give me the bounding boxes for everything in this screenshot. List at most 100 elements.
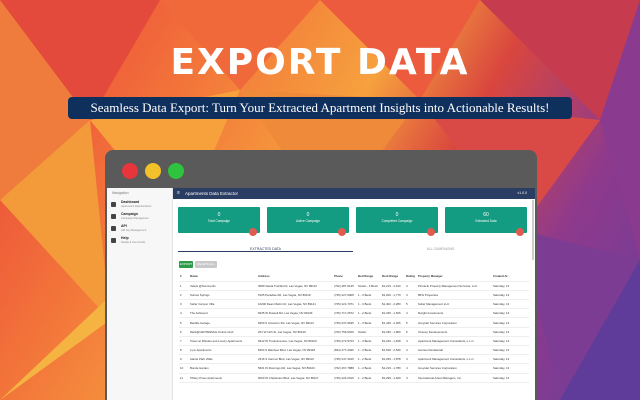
table-row[interactable]: 2 Sunset Springs 6105 Paradise Rd, Las Veg… (179, 290, 529, 301)
table-cell: 1 - 3 Beds (357, 345, 381, 356)
column-header[interactable]: Created At (492, 272, 529, 282)
maximize-window-button[interactable] (168, 163, 184, 179)
table-cell: 2316 S Cancun Blvd, Las Vegas, NV 89119 (257, 354, 333, 365)
table-cell: 11 (179, 373, 189, 383)
table-row[interactable]: 8 Lynx Apartments 8264 S Rainbow Blvd, Las… (179, 345, 529, 356)
table-cell: $1,325 - 1,815 (381, 308, 405, 319)
stat-label: Completed Campaign (381, 219, 413, 223)
table-cell: 5601 W Flamingo Rd, Las Vegas, NV 89103 (257, 363, 333, 374)
table-cell: $1,402 - 2,280 (381, 299, 405, 310)
table-row[interactable]: 6 Mark@CENTENNIAL Pointe Club 201 W 11th S… (179, 327, 529, 337)
table-cell: Veleta @Summerlin (189, 281, 257, 291)
table-cell: 10200 Dean Martin Dr, Las Vegas, NV 8914… (257, 299, 333, 310)
table-cell: Saturday, 13 (492, 281, 529, 291)
play-icon (338, 228, 346, 236)
table-cell: The Ashwood (189, 308, 257, 319)
dashboard-icon (111, 202, 116, 207)
table-cell: $1,249 - 1,818 (381, 336, 405, 347)
stats-cards: 0 Total Campaign 0 Active Campaign 0 Com… (178, 207, 528, 236)
scrollbar[interactable] (532, 200, 534, 260)
stat-label: Total Campaign (207, 219, 231, 223)
table-row[interactable]: 11 Tiffany Pines Apartments 9000 W Charles… (179, 373, 529, 383)
table-cell: 1 - 2 Beds (357, 373, 381, 383)
table-cell: (725) 237-9635 (333, 317, 357, 328)
table-cell: 4 (405, 363, 417, 374)
table-cell: 6912 W Tropicana Ave, Las Vegas, NV 8910… (257, 336, 333, 347)
table-cell: Pinnacle Property Management Services, L… (417, 281, 492, 291)
table-cell: 201 W 11th St, Las Vegas, NV 89129 (257, 327, 333, 337)
table-cell: (725) 224-6016 (333, 373, 357, 383)
export-button[interactable]: EXPORT (179, 261, 193, 268)
table-cell: 4 (405, 308, 417, 319)
table-cell: 5 (405, 299, 417, 310)
table-cell: Saturday, 13 (492, 354, 529, 365)
menu-icon[interactable]: ≡ (177, 188, 180, 199)
table-cell: Keller Management LLC (417, 299, 492, 310)
table-cell: $1,269 - 1,878 (381, 354, 405, 365)
table-cell: 4 (405, 373, 417, 383)
sidebar-item-label: Help (121, 236, 129, 240)
column-header[interactable]: Phone (333, 272, 357, 282)
table-cell: 8235 W Russell Rd, Las Vegas, NV 89139 (257, 308, 333, 319)
table-cell: $1,200 - 1,779 (381, 290, 405, 301)
table-cell: Saturday, 13 (492, 373, 529, 383)
table-cell: Tiffany Pines Apartments (189, 373, 257, 383)
close-window-button[interactable] (122, 163, 138, 179)
stat-label: Active Campaign (295, 219, 321, 223)
table-row[interactable]: 9 Alante Park Villas 2316 S Cancun Blvd, L… (179, 354, 529, 365)
table-cell: (844) 477-2946 (333, 345, 357, 356)
column-header[interactable]: Bed Range (357, 272, 381, 282)
sidebar-item-api[interactable]: API API Key Management (111, 224, 171, 236)
table-cell: Alante Park Villas (189, 354, 257, 365)
table-cell: Saturday, 13 (492, 299, 529, 310)
key-icon (111, 226, 116, 231)
stat-card-active: 0 Active Campaign (267, 207, 349, 236)
window-titlebar (105, 150, 537, 188)
app-window: Navigation Dashboard Apartments Data Ext… (105, 150, 537, 400)
column-header[interactable]: Rent Range (381, 272, 405, 282)
sidebar-title: Navigation (112, 191, 129, 195)
app-version: v1.0.0 (517, 191, 527, 195)
table-cell: Bastille Garage (189, 317, 257, 328)
database-icon (516, 228, 524, 236)
table-cell: Mark@CENTENNIAL Pointe Club (189, 327, 257, 337)
table-cell: 1 - 3 Beds (357, 336, 381, 347)
table-row[interactable]: 3 Keller Canyon Villa 10200 Dean Martin Dr… (179, 299, 529, 310)
table-cell: Dwight Investments (417, 308, 492, 319)
table-row[interactable]: 1 Veleta @Summerlin 3080 Veleta Trebbia Dr… (179, 281, 529, 291)
table-row[interactable]: 7 Tower at Rhodes and Luxury Apartments 69… (179, 336, 529, 347)
column-header[interactable]: Rating (405, 272, 417, 282)
sidebar-item-campaign[interactable]: Campaign Campaign Management (111, 212, 171, 224)
table-cell: 10 (179, 363, 189, 374)
delete-all-button[interactable]: DELETE ALL (195, 261, 217, 268)
table-row[interactable]: 4 The Ashwood 8235 W Russell Rd, Las Vegas… (179, 308, 529, 319)
stat-value: 0 (395, 212, 399, 218)
column-header[interactable]: Property Manager (417, 272, 492, 282)
sidebar-item-label: Campaign (121, 212, 138, 216)
tab-extracted-data[interactable]: EXTRACTED DATA (178, 247, 353, 252)
minimize-window-button[interactable] (145, 163, 161, 179)
table-cell: Saturday, 13 (492, 308, 529, 319)
sidebar-item-help[interactable]: Help Details & User Guide (111, 236, 171, 248)
campaign-icon (111, 214, 116, 219)
table-row[interactable]: 5 Bastille Garage 8250 S Cimarron Rd, Las … (179, 317, 529, 328)
table-cell: 4 (405, 281, 417, 291)
table-cell: $1,236 - 1,800 (381, 327, 405, 337)
table-cell: 1 (179, 281, 189, 291)
app-content: Navigation Dashboard Apartments Data Ext… (107, 188, 535, 400)
table-cell: Apartment Management Consultants, L.L.C. (417, 336, 492, 347)
main-panel: ≡ Apartments Data Extractor v1.0.0 0 Tot… (173, 188, 535, 400)
column-header[interactable]: Name (189, 272, 257, 282)
column-header[interactable]: # (179, 272, 189, 282)
table-cell: 1 - 3 Beds (357, 290, 381, 301)
table-row[interactable]: 10 Bonita Garden 5601 W Flamingo Rd, Las V… (179, 363, 529, 374)
sidebar-item-dashboard[interactable]: Dashboard Apartments Data Extractor (111, 200, 171, 212)
table-cell: $1,215 - 3,610 (381, 281, 405, 291)
column-header[interactable]: Address (257, 272, 333, 282)
table-cell: (702) 487-5135 (333, 281, 357, 291)
table-cell: BPG Properties (417, 290, 492, 301)
tab-all-campaigns[interactable]: ALL CAMPAIGNS (353, 247, 528, 251)
sidebar-item-label: Dashboard (121, 200, 140, 204)
table-cell: 5 (405, 327, 417, 337)
stat-card-total: 0 Total Campaign (178, 207, 260, 236)
